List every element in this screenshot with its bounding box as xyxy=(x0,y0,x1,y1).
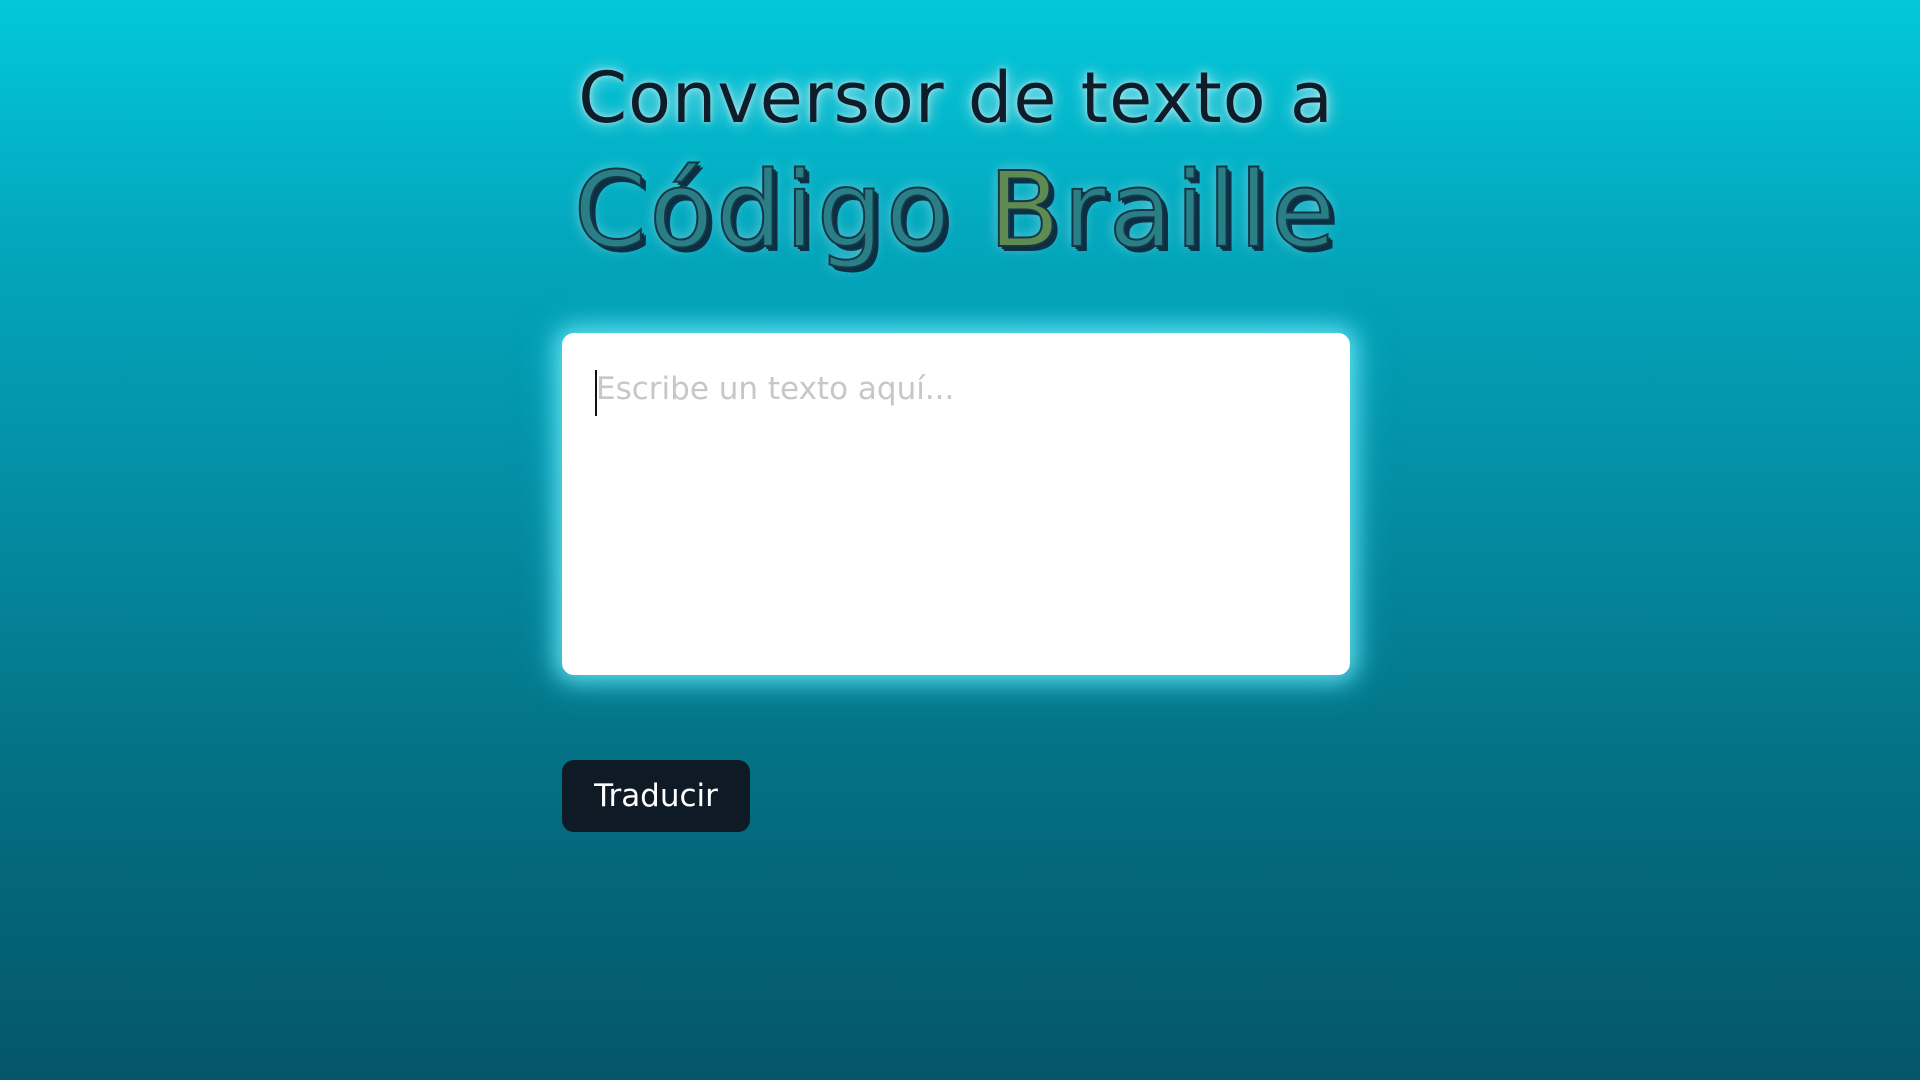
subtitle-part-codigo: Código xyxy=(573,149,989,271)
main-container: Conversor de texto a Código Braille Trad… xyxy=(562,0,1350,832)
translate-button[interactable]: Traducir xyxy=(562,760,750,832)
text-input[interactable] xyxy=(562,333,1350,675)
text-input-card xyxy=(562,333,1350,675)
subtitle-part-b: B xyxy=(988,149,1064,271)
page-title: Conversor de texto a xyxy=(578,57,1334,139)
text-cursor xyxy=(595,370,597,416)
subtitle-part-raille: raille xyxy=(1062,149,1339,271)
page-subtitle-braille: Código Braille xyxy=(562,149,1350,271)
